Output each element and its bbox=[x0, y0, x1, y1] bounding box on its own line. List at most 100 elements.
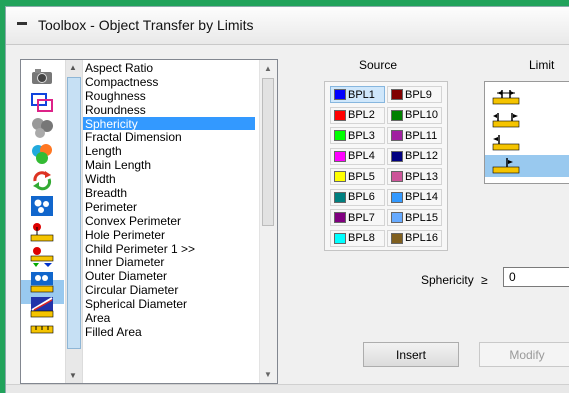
list-item[interactable]: Width bbox=[83, 172, 255, 186]
color-swatch bbox=[334, 232, 346, 244]
bpl-label: BPL2 bbox=[348, 109, 375, 121]
copy-frames-icon[interactable] bbox=[29, 91, 55, 113]
source-grid: BPL1 BPL2 BPL3 BPL4 BPL5 BPL6 BPL7 BPL8 BPL9 BPL1… bbox=[324, 81, 448, 251]
bpl-source-button[interactable]: BPL16 bbox=[387, 229, 442, 247]
list-item[interactable]: Child Perimeter 1 >> bbox=[83, 242, 255, 256]
list-item[interactable]: Outer Diameter bbox=[83, 269, 255, 283]
scroll-up-icon[interactable]: ▲ bbox=[69, 63, 77, 72]
bpl-source-button[interactable]: BPL11 bbox=[387, 127, 442, 144]
ruler-pin-arrows-icon[interactable] bbox=[29, 246, 55, 268]
list-item[interactable]: Inner Diameter bbox=[83, 255, 255, 270]
bpl-source-button[interactable]: BPL13 bbox=[387, 168, 442, 185]
color-swatch bbox=[334, 109, 346, 121]
list-item[interactable]: Perimeter bbox=[83, 200, 255, 214]
bpl-source-button[interactable]: BPL7 bbox=[330, 209, 385, 226]
bpl-source-button[interactable]: BPL8 bbox=[330, 229, 385, 247]
limit-listbox[interactable] bbox=[484, 81, 569, 184]
system-menu-icon[interactable] bbox=[17, 22, 27, 25]
bpl-label: BPL1 bbox=[348, 88, 375, 101]
ruler-pin-icon[interactable] bbox=[29, 221, 55, 243]
icon-scroll-thumb[interactable] bbox=[67, 77, 81, 349]
bpl-source-button[interactable]: BPL12 bbox=[387, 147, 442, 165]
bpl-label: BPL16 bbox=[405, 232, 439, 244]
node-ruler-icon[interactable] bbox=[29, 271, 55, 293]
color-swatch bbox=[334, 89, 346, 100]
feature-list: Aspect Ratio Compactness Roughness Round… bbox=[83, 61, 255, 339]
list-item[interactable]: Length bbox=[83, 144, 255, 158]
bpl-label: BPL9 bbox=[405, 88, 432, 101]
insert-button[interactable]: Insert bbox=[363, 342, 459, 367]
color-swatch bbox=[391, 150, 403, 162]
color-swatch bbox=[391, 191, 403, 203]
color-swatch bbox=[391, 232, 403, 244]
bpl-label: BPL15 bbox=[405, 211, 439, 224]
source-label: Source bbox=[359, 58, 398, 72]
connected-nodes-icon[interactable] bbox=[29, 195, 55, 217]
bpl-source-button[interactable]: BPL2 bbox=[330, 106, 385, 124]
bpl-source-button[interactable]: BPL4 bbox=[330, 147, 385, 165]
color-swatch bbox=[391, 130, 403, 141]
bpl-label: BPL14 bbox=[405, 191, 439, 203]
color-swatch bbox=[391, 109, 403, 121]
feature-scroll-thumb[interactable] bbox=[262, 78, 274, 226]
list-item[interactable]: Area bbox=[83, 311, 255, 325]
bpl-source-button[interactable]: BPL14 bbox=[387, 188, 442, 206]
bpl-label: BPL7 bbox=[348, 211, 375, 224]
diagonal-line-icon[interactable] bbox=[29, 296, 55, 318]
list-item[interactable]: Spherical Diameter bbox=[83, 297, 255, 311]
tape-ruler-icon[interactable] bbox=[29, 318, 55, 340]
bpl-label: BPL10 bbox=[405, 109, 439, 121]
scroll-down-icon[interactable]: ▼ bbox=[69, 371, 77, 380]
icon-scrollbar[interactable]: ▲ ▼ bbox=[65, 60, 83, 383]
color-spheres-icon[interactable] bbox=[29, 143, 55, 165]
condition-operator: ≥ bbox=[481, 273, 488, 287]
bpl-source-button[interactable]: BPL1 bbox=[330, 86, 385, 103]
list-item[interactable]: Filled Area bbox=[83, 325, 255, 339]
dialog-body: ▲ ▼ Aspect Ratio Compactness Roughness R… bbox=[6, 45, 569, 393]
bpl-source-button[interactable]: BPL9 bbox=[387, 86, 442, 103]
bpl-source-button[interactable]: BPL5 bbox=[330, 168, 385, 185]
scroll-down-icon[interactable]: ▼ bbox=[264, 370, 272, 379]
condition-feature: Sphericity bbox=[421, 273, 474, 287]
bpl-source-button[interactable]: BPL10 bbox=[387, 106, 442, 124]
list-item[interactable]: Circular Diameter bbox=[83, 283, 255, 297]
list-item[interactable]: Roughness bbox=[83, 89, 255, 103]
color-swatch bbox=[391, 212, 403, 223]
list-item[interactable]: Fractal Dimension bbox=[83, 130, 255, 145]
title-bar[interactable]: Toolbox - Object Transfer by Limits bbox=[6, 7, 569, 45]
list-item[interactable]: Convex Perimeter bbox=[83, 214, 255, 228]
above-limit-icon[interactable] bbox=[485, 155, 569, 177]
modify-button[interactable]: Modify bbox=[479, 342, 569, 367]
color-swatch bbox=[334, 150, 346, 162]
bpl-source-button[interactable]: BPL15 bbox=[387, 209, 442, 226]
list-item[interactable]: Aspect Ratio bbox=[83, 61, 255, 75]
below-limit-icon[interactable] bbox=[485, 132, 569, 154]
list-item-selected[interactable]: Sphericity bbox=[83, 116, 255, 131]
bpl-label: BPL4 bbox=[348, 150, 375, 162]
outside-range-limit-icon[interactable] bbox=[485, 109, 569, 131]
bpl-source-button[interactable]: BPL6 bbox=[330, 188, 385, 206]
list-item[interactable]: Compactness bbox=[83, 75, 255, 89]
list-item[interactable]: Main Length bbox=[83, 158, 255, 172]
range-between-limit-icon[interactable] bbox=[485, 86, 569, 108]
bpl-label: BPL11 bbox=[405, 129, 438, 142]
bpl-label: BPL6 bbox=[348, 191, 375, 203]
tool-icon-column bbox=[21, 60, 64, 383]
list-item[interactable]: Hole Perimeter bbox=[83, 228, 255, 242]
limit-value-input[interactable] bbox=[503, 267, 569, 287]
bpl-source-button[interactable]: BPL3 bbox=[330, 127, 385, 144]
list-item[interactable]: Roundness bbox=[83, 103, 255, 117]
grey-spheres-icon[interactable] bbox=[29, 117, 55, 139]
scroll-up-icon[interactable]: ▲ bbox=[264, 64, 272, 73]
feature-scrollbar[interactable]: ▲ ▼ bbox=[259, 60, 277, 383]
bpl-label: BPL3 bbox=[348, 129, 375, 142]
bpl-label: BPL12 bbox=[405, 150, 439, 162]
bpl-label: BPL5 bbox=[348, 170, 375, 183]
limit-label: Limit bbox=[529, 58, 555, 72]
list-item[interactable]: Breadth bbox=[83, 186, 255, 200]
toolbox-window: Toolbox - Object Transfer by Limits ▲ ▼ … bbox=[5, 6, 569, 393]
feature-listbox[interactable]: ▲ ▼ Aspect Ratio Compactness Roughness R… bbox=[20, 59, 278, 384]
refresh-arrows-icon[interactable] bbox=[29, 169, 55, 191]
window-title: Toolbox - Object Transfer by Limits bbox=[38, 17, 254, 33]
camera-icon[interactable] bbox=[29, 65, 55, 87]
